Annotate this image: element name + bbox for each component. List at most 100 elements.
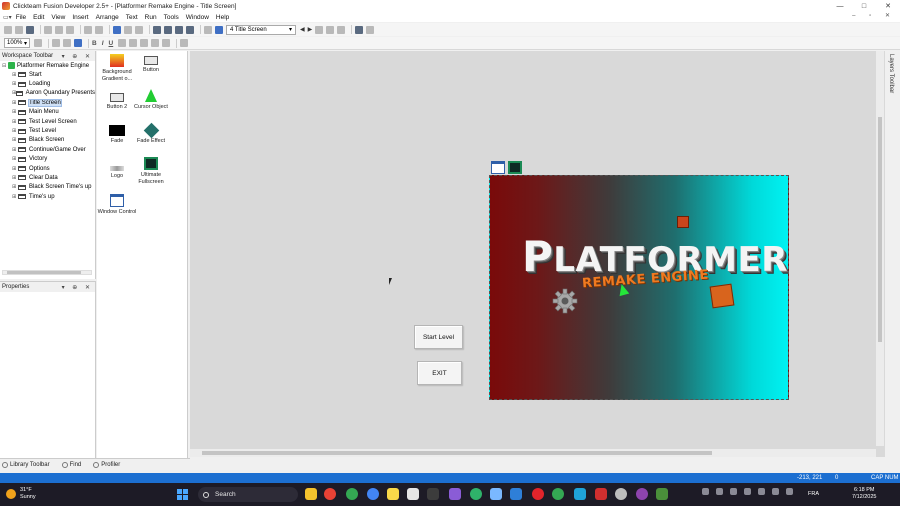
- close-button[interactable]: ✕: [876, 2, 900, 10]
- minimize-button[interactable]: —: [828, 3, 852, 10]
- menu-view[interactable]: View: [51, 14, 65, 21]
- editor-horizontal-scrollbar[interactable]: [190, 449, 876, 457]
- input-language[interactable]: FRA: [808, 491, 819, 497]
- tree-frame-aaron-quandary[interactable]: ⊞ Aaron Quandary Presents: [0, 89, 95, 98]
- tab-find[interactable]: Find: [61, 461, 81, 468]
- tree-frame-black-screen-times-up[interactable]: ⊞ Black Screen Time's up: [0, 183, 95, 192]
- tree-frame-clear-data[interactable]: ⊞ Clear Data: [0, 173, 95, 182]
- snap-icon[interactable]: [337, 25, 346, 34]
- chevron-up-icon[interactable]: [702, 488, 709, 495]
- microphone-icon[interactable]: [758, 488, 765, 495]
- panel-controls[interactable]: ▾ ⊕ ✕: [62, 284, 93, 291]
- app-icon[interactable]: [615, 488, 627, 500]
- scrollbar-thumb[interactable]: [202, 451, 712, 455]
- new-icon[interactable]: [4, 25, 12, 34]
- align-right-icon[interactable]: [140, 39, 149, 47]
- terminal-icon[interactable]: [427, 488, 439, 500]
- bold-button[interactable]: B: [92, 40, 97, 47]
- panel-controls[interactable]: ▾ ⊕ ✕: [62, 53, 93, 60]
- app-icon[interactable]: [532, 488, 544, 500]
- next-frame-icon[interactable]: ▶: [308, 26, 313, 33]
- app-icon[interactable]: [656, 488, 668, 500]
- app-icon[interactable]: [574, 488, 586, 500]
- menu-edit[interactable]: Edit: [33, 14, 44, 21]
- tree-frame-test-level[interactable]: ⊞ Test Level: [0, 126, 95, 135]
- search-icon[interactable]: [180, 39, 189, 47]
- tree-frame-black-screen[interactable]: ⊞ Black Screen: [0, 136, 95, 145]
- redo-icon[interactable]: [95, 25, 103, 34]
- tree-root-application[interactable]: ⊟ Platformer Remake Engine: [0, 61, 95, 70]
- cut-icon[interactable]: [44, 25, 52, 34]
- align-left-icon[interactable]: [118, 39, 127, 47]
- event-editor-icon[interactable]: [175, 25, 183, 34]
- frame-selector[interactable]: 4 Title Screen ▾: [226, 24, 296, 35]
- object-ultimate-fullscreen[interactable]: Ultimate Fullscreen: [131, 157, 171, 185]
- tree-frame-options[interactable]: ⊞ Options: [0, 164, 95, 173]
- tree-frame-loading[interactable]: ⊞ Loading: [0, 79, 95, 88]
- layers-toolbar[interactable]: Layers Toolbar: [885, 51, 900, 458]
- paste-icon[interactable]: [66, 25, 74, 34]
- app-icon[interactable]: [595, 488, 607, 500]
- zoom-fit-icon[interactable]: [34, 39, 42, 47]
- menu-text[interactable]: Text: [126, 14, 138, 21]
- workspace-horizontal-scrollbar[interactable]: [2, 270, 92, 275]
- crate-icon[interactable]: [677, 216, 689, 228]
- weather-widget[interactable]: 31°F Sunny: [6, 487, 36, 500]
- settings-icon[interactable]: [124, 25, 132, 34]
- tree-frame-start[interactable]: ⊞ Start: [0, 70, 95, 79]
- taskbar-search[interactable]: Search: [198, 487, 298, 502]
- tree-frame-times-up[interactable]: ⊞ Time's up: [0, 192, 95, 201]
- import-icon[interactable]: [204, 25, 212, 34]
- app-icon[interactable]: [552, 488, 564, 500]
- frame-order-icon[interactable]: [315, 25, 324, 34]
- copy-icon[interactable]: [55, 25, 63, 34]
- indent-icon[interactable]: [151, 39, 160, 47]
- underline-button[interactable]: U: [109, 40, 114, 47]
- start-button[interactable]: [177, 489, 188, 500]
- scrollbar-thumb[interactable]: [878, 117, 882, 342]
- chrome-icon[interactable]: [324, 488, 336, 500]
- open-icon[interactable]: [15, 25, 23, 34]
- tray-app-icon[interactable]: [716, 488, 723, 495]
- ultimate-fullscreen-object[interactable]: [508, 161, 522, 174]
- chrome-profile-icon[interactable]: [346, 488, 358, 500]
- menu-run[interactable]: Run: [145, 14, 157, 21]
- menu-tools[interactable]: Tools: [164, 14, 179, 21]
- app-icon[interactable]: [449, 488, 461, 500]
- tray-app-icon[interactable]: [786, 488, 793, 495]
- snap-toggle-icon[interactable]: [63, 39, 71, 47]
- menu-insert[interactable]: Insert: [72, 14, 88, 21]
- tray-app-icon[interactable]: [772, 488, 779, 495]
- editor-vertical-scrollbar[interactable]: [876, 51, 884, 446]
- object-fade-effect[interactable]: Fade Effect: [131, 122, 171, 145]
- exit-button[interactable]: EXIT: [417, 361, 462, 385]
- tray-app-icon[interactable]: [744, 488, 751, 495]
- align-center-icon[interactable]: [129, 39, 138, 47]
- window-control-object[interactable]: [491, 161, 505, 174]
- run-icon[interactable]: [135, 25, 143, 34]
- object-button[interactable]: Button: [131, 54, 171, 74]
- tree-frame-continue-game-over[interactable]: ⊞ Continue/Game Over: [0, 145, 95, 154]
- tray-app-icon[interactable]: [730, 488, 737, 495]
- undo-icon[interactable]: [84, 25, 92, 34]
- menu-file[interactable]: File: [16, 14, 26, 21]
- storyboard-icon[interactable]: [153, 25, 161, 34]
- menu-window[interactable]: Window: [186, 14, 209, 21]
- maximize-button[interactable]: □: [852, 3, 876, 10]
- frame-editor-icon[interactable]: [164, 25, 172, 34]
- frame-canvas[interactable]: PLATFORMER REMAKE ENGINE: [489, 175, 789, 400]
- outdent-icon[interactable]: [162, 39, 171, 47]
- system-clock[interactable]: 6:18 PM 7/12/2025: [852, 487, 876, 501]
- object-window-control[interactable]: Window Control: [97, 194, 137, 216]
- tree-frame-main-menu[interactable]: ⊞ Main Menu: [0, 108, 95, 117]
- app-icon[interactable]: [407, 488, 419, 500]
- tab-profiler[interactable]: Profiler: [93, 461, 120, 468]
- start-level-button[interactable]: Start Level: [414, 325, 463, 349]
- save-icon[interactable]: [26, 25, 34, 34]
- chrome-profile-icon[interactable]: [367, 488, 379, 500]
- vscode-icon[interactable]: [510, 488, 522, 500]
- grid-toggle-icon[interactable]: [52, 39, 60, 47]
- help-icon[interactable]: [113, 25, 121, 34]
- file-explorer-icon[interactable]: [305, 488, 317, 500]
- tree-frame-test-level-screen[interactable]: ⊞ Test Level Screen: [0, 117, 95, 126]
